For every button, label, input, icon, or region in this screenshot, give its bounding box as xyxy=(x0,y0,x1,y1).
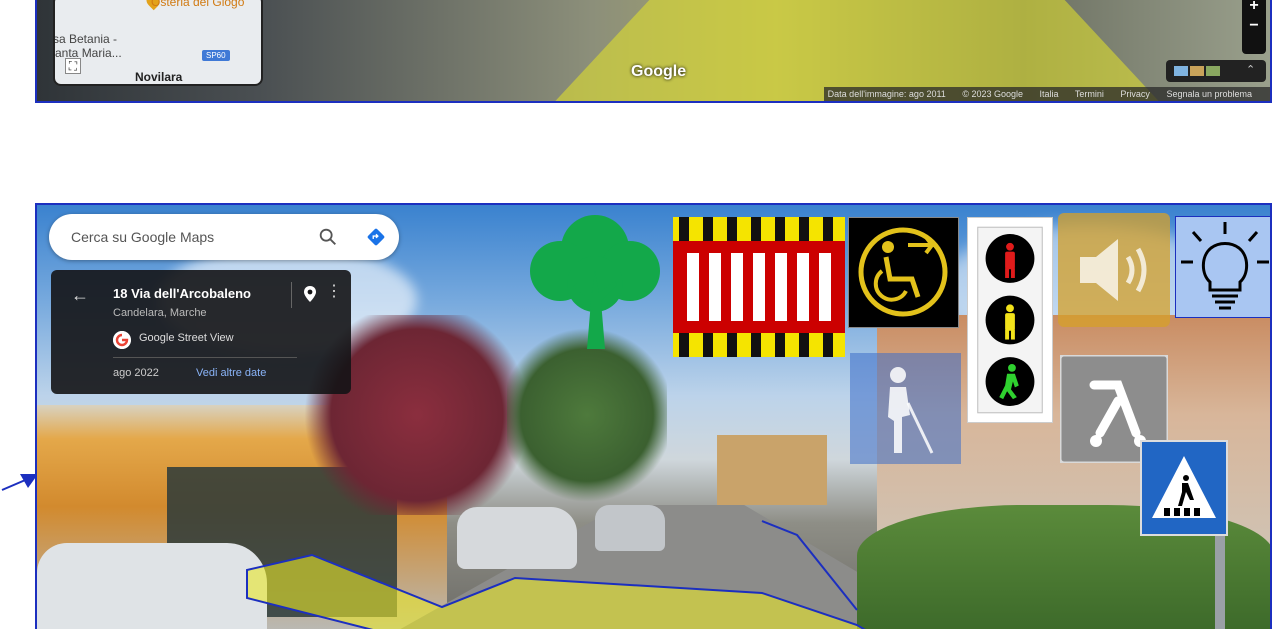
pointer-arrow-icon xyxy=(1,474,38,491)
more-options-icon[interactable]: ⋮ xyxy=(326,284,342,300)
address-title: 18 Via dell'Arcobaleno xyxy=(113,286,251,301)
sign-pole xyxy=(1215,525,1225,629)
main-streetview-panel[interactable]: Cerca su Google Maps ← 18 Via dell'Arcob… xyxy=(35,203,1272,629)
minimap-label-betania: sa Betania - xyxy=(53,32,118,46)
google-logo: Google xyxy=(631,63,687,80)
image-date: Data dell'immagine: ago 2011 xyxy=(827,89,946,99)
location-card: ← 18 Via dell'Arcobaleno Candelara, Marc… xyxy=(51,270,351,394)
report-link[interactable]: Segnala un problema xyxy=(1166,89,1252,99)
top-streetview-panel[interactable]: Osteria del Giogo sa Betania - anta Mari… xyxy=(35,0,1272,103)
street-view-label: Google Street View xyxy=(139,332,234,344)
zoom-out-button[interactable]: − xyxy=(1242,16,1266,36)
sound-icon xyxy=(1058,213,1170,327)
light-bulb-icon xyxy=(1175,216,1270,318)
layer-swatch-satellite xyxy=(1206,66,1220,76)
directions-icon[interactable] xyxy=(365,226,387,248)
layers-control[interactable]: ⌃ xyxy=(1166,60,1266,82)
more-dates-link[interactable]: Vedi altre date xyxy=(196,367,266,379)
zoom-in-button[interactable]: + xyxy=(1242,0,1266,16)
search-input[interactable]: Cerca su Google Maps xyxy=(71,229,214,245)
wheelchair-icon xyxy=(848,217,959,328)
divider xyxy=(113,357,297,358)
search-bar[interactable]: Cerca su Google Maps xyxy=(49,214,399,260)
road-badge: SP60 xyxy=(202,50,230,61)
traffic-light-icon xyxy=(967,217,1053,423)
privacy-link[interactable]: Privacy xyxy=(1120,89,1150,99)
minimap-label-novilara: Novilara xyxy=(135,70,183,84)
minimap[interactable]: Osteria del Giogo sa Betania - anta Mari… xyxy=(53,0,263,86)
search-icon[interactable] xyxy=(317,226,339,248)
fullscreen-icon[interactable]: ⛶ xyxy=(65,58,81,74)
blind-person-icon xyxy=(850,353,961,464)
back-arrow-icon[interactable]: ← xyxy=(71,285,89,306)
crosswalk-icon xyxy=(673,217,845,357)
locality: Candelara, Marche xyxy=(113,307,207,319)
layer-swatch-map xyxy=(1174,66,1188,76)
location-pin-icon[interactable] xyxy=(303,285,317,303)
google-g-icon xyxy=(113,331,131,349)
minimap-label-osteria: Osteria del Giogo xyxy=(151,0,245,9)
attribution-bar: Data dell'immagine: ago 2011 © 2023 Goog… xyxy=(823,87,1270,101)
terms-link[interactable]: Termini xyxy=(1075,89,1104,99)
layer-swatch-terrain xyxy=(1190,66,1204,76)
copyright: © 2023 Google xyxy=(962,89,1023,99)
divider xyxy=(291,282,292,308)
pedestrian-crossing-sign xyxy=(1140,440,1228,536)
country-link[interactable]: Italia xyxy=(1040,89,1059,99)
expand-icon[interactable]: ⌃ xyxy=(1246,63,1255,76)
capture-date: ago 2022 xyxy=(113,367,159,379)
tree-icon xyxy=(530,215,660,349)
zoom-control[interactable]: + − xyxy=(1242,0,1266,54)
